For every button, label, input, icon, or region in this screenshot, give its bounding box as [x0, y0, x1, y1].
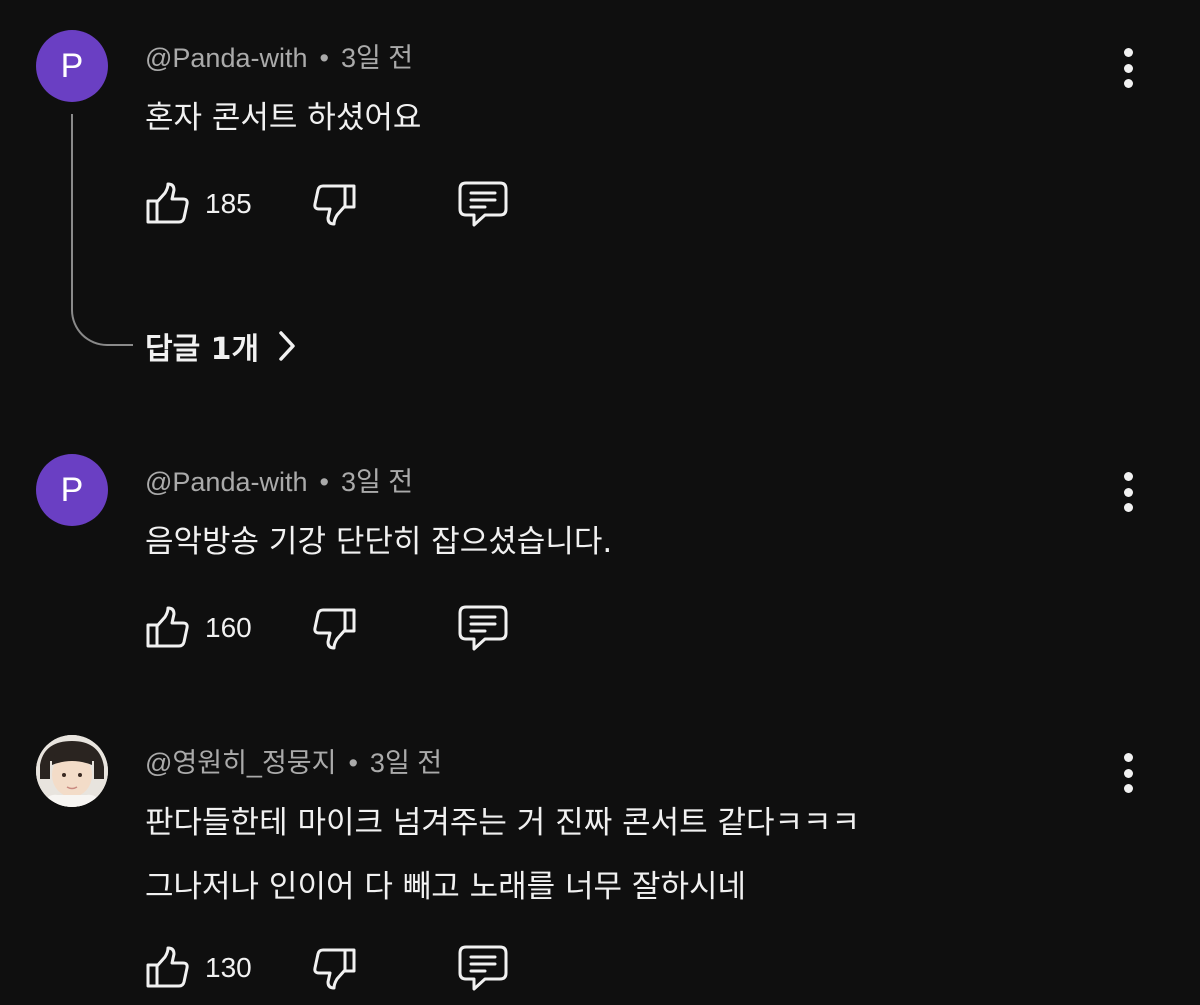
reply-icon [458, 181, 508, 227]
comment-text: 음악방송 기강 단단히 잡으셨습니다. [145, 524, 613, 560]
separator-dot: • [319, 467, 329, 497]
more-vert-icon[interactable] [1112, 753, 1144, 793]
comment-text-line-1: 판다들한테 마이크 넘겨주는 거 진짜 콘서트 같다ㅋㅋㅋ [145, 805, 861, 841]
more-vert-icon[interactable] [1112, 48, 1144, 88]
comment-text: 혼자 콘서트 하셨어요 [145, 100, 422, 136]
reply-icon [458, 945, 508, 991]
thumbs-up-icon [146, 606, 189, 648]
like-button[interactable]: 160 [143, 603, 252, 653]
author-name[interactable]: @Panda-with [145, 467, 308, 497]
like-count: 160 [205, 612, 252, 643]
thread-line [71, 114, 133, 346]
author-name[interactable]: @영원히_정뭉지 [145, 748, 336, 778]
thumbs-up-icon [146, 182, 189, 224]
dislike-button[interactable] [311, 943, 359, 993]
avatar[interactable] [36, 735, 108, 807]
like-count: 130 [205, 952, 252, 983]
thumbs-down-icon [313, 608, 356, 650]
replies-label: 답글 1개 [145, 332, 260, 367]
reply-button[interactable] [457, 943, 509, 993]
reply-button[interactable] [457, 603, 509, 653]
comment-actions: 130 [143, 943, 543, 993]
like-count: 185 [205, 188, 252, 219]
thumbs-down-icon [313, 184, 356, 226]
more-vert-icon[interactable] [1112, 472, 1144, 512]
avatar[interactable]: P [36, 454, 108, 526]
thumbs-down-icon [313, 948, 356, 990]
author-name[interactable]: @Panda-with [145, 43, 308, 73]
comment-meta: @Panda-with • 3일 전 [145, 36, 413, 75]
like-button[interactable]: 185 [143, 179, 252, 229]
profile-photo [36, 735, 108, 807]
comment-time: 3일 전 [340, 43, 414, 73]
separator-dot: • [319, 43, 329, 73]
dislike-button[interactable] [311, 603, 359, 653]
comment-meta: @Panda-with • 3일 전 [145, 460, 413, 499]
view-replies-button[interactable]: 답글 1개 [145, 322, 297, 370]
reply-button[interactable] [457, 179, 509, 229]
like-button[interactable]: 130 [143, 943, 252, 993]
avatar[interactable]: P [36, 30, 108, 102]
comment-actions: 160 [143, 603, 543, 653]
reply-icon [458, 605, 508, 651]
thumbs-up-icon [146, 946, 189, 988]
separator-dot: • [348, 748, 358, 778]
chevron-right-icon [279, 331, 295, 361]
comment-meta: @영원히_정뭉지 • 3일 전 [145, 741, 442, 780]
comment-time: 3일 전 [369, 748, 443, 778]
comment-time: 3일 전 [340, 467, 414, 497]
comment-text-line-2: 그나저나 인이어 다 빼고 노래를 너무 잘하시네 [145, 869, 747, 905]
comment-actions: 185 [143, 179, 543, 229]
dislike-button[interactable] [311, 179, 359, 229]
